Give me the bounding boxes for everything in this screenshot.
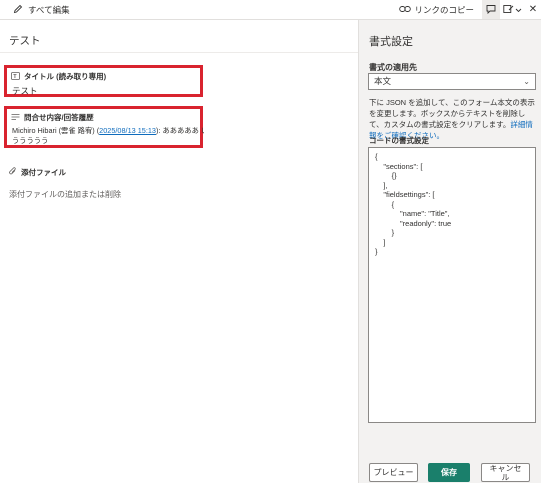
form-edit-icon: [503, 4, 514, 16]
history-timestamp-link[interactable]: 2025/08/13 15:13: [99, 126, 156, 135]
paperclip-icon: [9, 167, 17, 178]
top-bar: すべて編集 リンクのコピー ✕: [0, 0, 541, 20]
attachments-label: 添付ファイル: [21, 168, 66, 177]
comment-icon: [486, 4, 496, 16]
attachments-section: 添付ファイル 添付ファイルの追加または削除: [9, 167, 121, 200]
apply-to-label: 書式の適用先: [369, 63, 417, 72]
top-actions: リンクのコピー ✕: [399, 0, 541, 19]
link-icon: [399, 5, 412, 15]
json-code-editor[interactable]: { "sections": [ {} ], "fieldsettings": […: [368, 147, 536, 423]
code-format-label: コードの書式設定: [369, 136, 429, 145]
history-author: Michiro Hibari (雲雀 路宥): [12, 126, 95, 135]
form-layout-button[interactable]: [500, 0, 525, 19]
apply-to-value: 本文: [374, 76, 392, 86]
form-title: テスト: [9, 35, 41, 47]
copy-link-button[interactable]: リンクのコピー: [399, 4, 474, 16]
close-button[interactable]: ✕: [525, 0, 541, 19]
attachments-add-link[interactable]: 添付ファイルの追加または削除: [9, 189, 121, 200]
inquiry-field-value: Michiro Hibari (雲雀 路宥) (2025/08/13 15:13…: [12, 126, 204, 145]
divider: [0, 52, 358, 53]
history-text-line2: ううううう: [12, 135, 49, 145]
pencil-icon: [13, 4, 23, 16]
title-field-header: T タイトル (読み取り専用): [11, 71, 106, 82]
inquiry-field[interactable]: 問合せ内容/回答履歴 Michiro Hibari (雲雀 路宥) (2025/…: [4, 106, 204, 148]
cancel-button[interactable]: キャンセル: [481, 463, 530, 482]
multiline-text-icon: [11, 113, 20, 123]
copy-link-label: リンクのコピー: [414, 4, 474, 15]
close-icon: ✕: [528, 4, 538, 15]
form-panel: テスト T タイトル (読み取り専用) テスト 問合せ内容/回答履歴 Michi…: [0, 20, 358, 483]
save-button[interactable]: 保存: [428, 463, 470, 482]
inquiry-field-label: 問合せ内容/回答履歴: [24, 113, 94, 122]
pane-title: 書式設定: [369, 36, 413, 48]
title-field-label: タイトル (読み取り専用): [24, 72, 107, 81]
edit-all-label: すべて編集: [28, 5, 70, 15]
attachments-header: 添付ファイル: [9, 167, 121, 178]
title-field-value: テスト: [12, 86, 38, 96]
history-text: : あああああ いいいいい: [158, 126, 204, 135]
apply-to-dropdown[interactable]: 本文 ⌄: [368, 73, 536, 90]
preview-button[interactable]: プレビュー: [369, 463, 418, 482]
inquiry-field-header: 問合せ内容/回答履歴: [11, 112, 94, 123]
edit-all-button[interactable]: すべて編集: [13, 4, 70, 16]
format-pane: 書式設定 書式の適用先 本文 ⌄ 下に JSON を追加して、このフォーム本文の…: [358, 20, 541, 483]
title-field[interactable]: T タイトル (読み取り専用) テスト: [4, 65, 203, 97]
comments-button[interactable]: [482, 0, 500, 19]
chevron-down-icon: [515, 5, 522, 15]
text-field-icon: T: [11, 71, 20, 82]
chevron-down-icon: ⌄: [523, 77, 530, 86]
